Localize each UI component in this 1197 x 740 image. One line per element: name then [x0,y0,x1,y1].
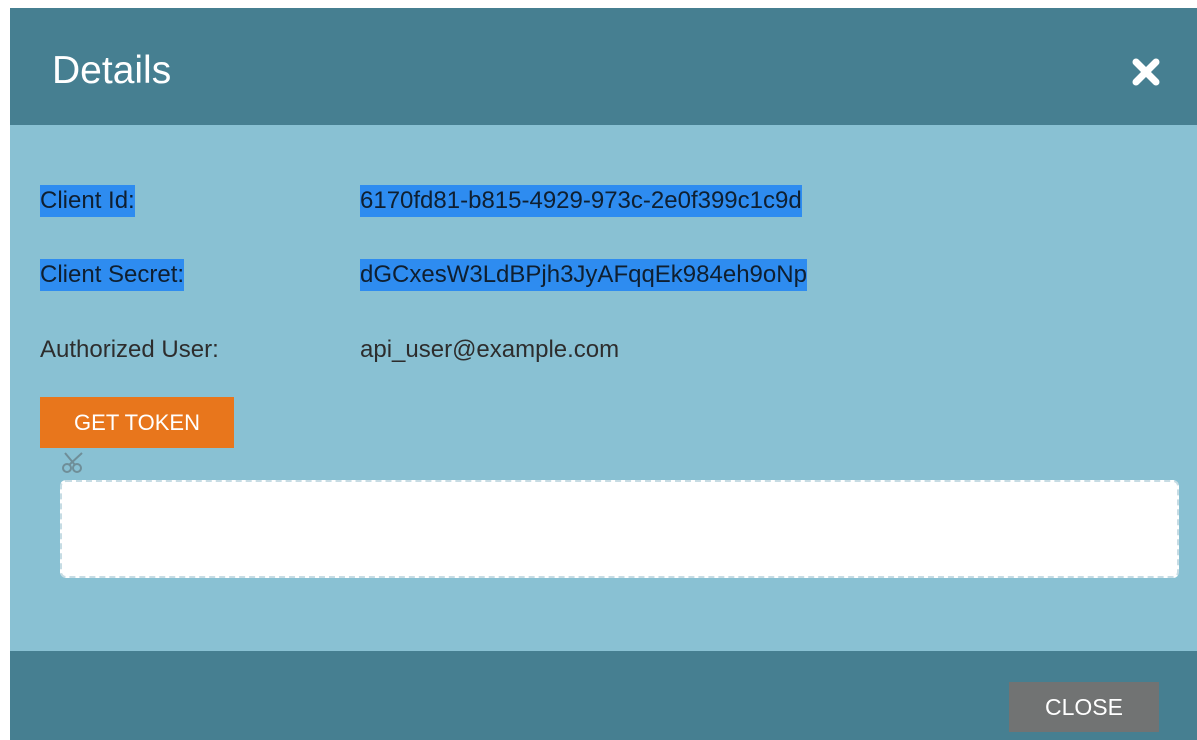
authorized-user-label: Authorized User: [40,336,219,363]
dialog-footer: CLOSE [10,651,1197,740]
client-id-label: Client Id: [40,185,135,217]
scissors-icon[interactable] [60,450,90,474]
client-secret-value: dGCxesW3LdBPjh3JyAFqqEk984eh9oNp [360,259,807,291]
close-button[interactable]: CLOSE [1009,682,1159,732]
close-x-icon[interactable] [1126,52,1166,92]
token-output-box[interactable] [60,480,1179,578]
dialog-title: Details [52,49,172,92]
dialog-header: Details [10,8,1197,125]
authorized-user-value: api_user@example.com [360,336,620,363]
get-token-button[interactable]: GET TOKEN [40,397,234,448]
client-secret-label: Client Secret: [40,259,185,291]
client-id-value: 6170fd81-b815-4929-973c-2e0f399c1c9d [360,185,802,217]
details-dialog: Details Client Id: 6170fd81-b815-4929-97… [10,8,1197,740]
